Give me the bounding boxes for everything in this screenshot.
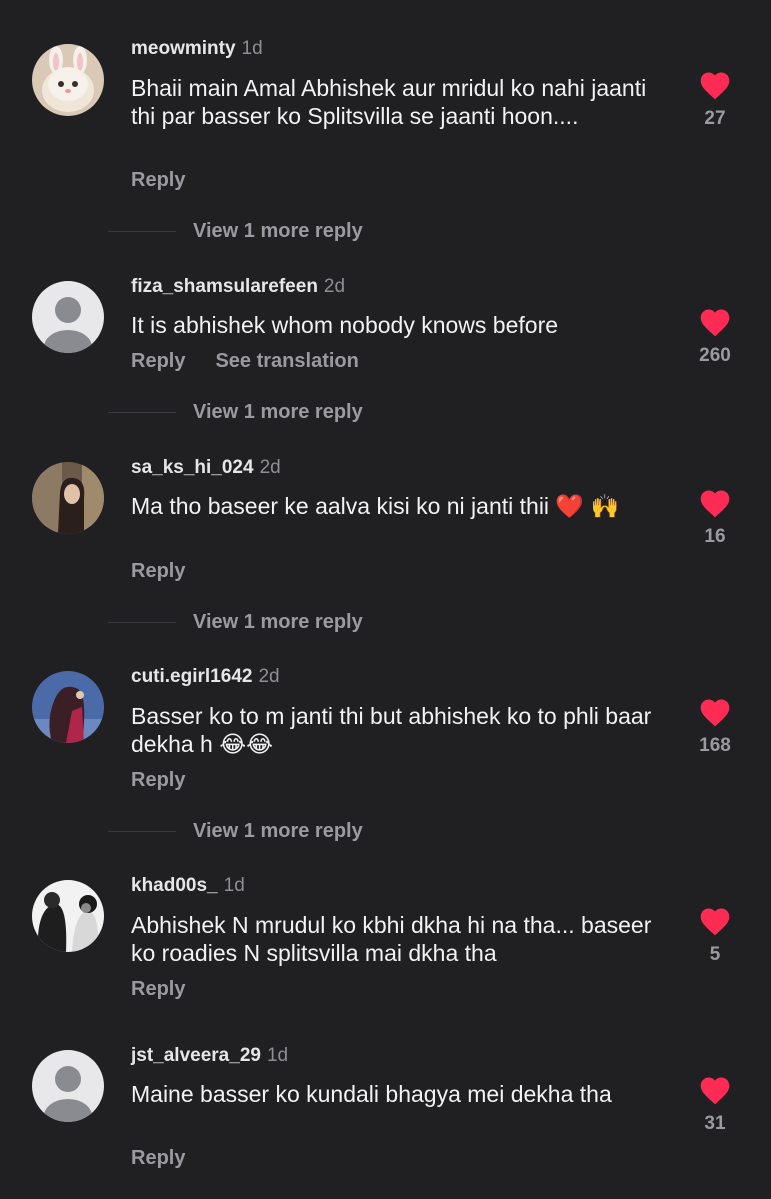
comment-meta: fiza_shamsularefeen 2d	[131, 275, 345, 299]
cat-avatar-icon	[32, 44, 104, 116]
username[interactable]: khad00s_	[131, 875, 218, 896]
photo-avatar-icon	[32, 880, 104, 952]
avatar[interactable]	[32, 880, 104, 952]
like-button[interactable]: 168	[686, 697, 744, 757]
heart-icon	[700, 72, 730, 100]
like-count: 5	[709, 944, 721, 965]
timestamp: 2d	[259, 457, 281, 478]
reply-button[interactable]: Reply	[131, 769, 185, 791]
see-translation-button[interactable]: See translation	[215, 350, 358, 372]
username[interactable]: jst_alveera_29	[131, 1045, 261, 1066]
avatar[interactable]	[32, 671, 104, 743]
reply-button[interactable]: Reply	[131, 350, 185, 372]
comment-actions: Reply See translation	[131, 349, 359, 373]
username[interactable]: cuti.egirl1642	[131, 666, 252, 687]
view-more-label[interactable]: View 1 more reply	[193, 610, 363, 634]
heart-icon	[700, 490, 730, 518]
view-more-label[interactable]: View 1 more reply	[193, 819, 363, 843]
like-count: 168	[699, 735, 731, 756]
like-button[interactable]: 5	[686, 906, 744, 966]
comment-text: It is abhishek whom nobody knows before	[131, 312, 559, 338]
reply-button[interactable]: Reply	[131, 560, 185, 582]
like-button[interactable]: 260	[686, 307, 744, 367]
reply-button[interactable]: Reply	[131, 169, 185, 191]
photo-avatar-icon	[32, 462, 104, 534]
comment-actions: Reply	[131, 977, 185, 1001]
comment-text: Maine basser ko kundali bhagya mei dekha…	[131, 1081, 612, 1107]
view-more-label[interactable]: View 1 more reply	[193, 219, 363, 243]
like-count: 27	[704, 108, 726, 129]
divider-line	[108, 231, 176, 232]
timestamp: 2d	[323, 276, 346, 297]
timestamp: 1d	[241, 38, 263, 59]
timestamp: 1d	[266, 1045, 289, 1066]
divider-line	[108, 831, 176, 832]
heart-icon	[700, 699, 730, 727]
timestamp: 1d	[223, 875, 245, 896]
like-button[interactable]: 31	[686, 1075, 744, 1135]
comment-actions: Reply	[131, 768, 185, 792]
like-count: 31	[704, 1113, 726, 1134]
avatar[interactable]	[32, 1050, 104, 1122]
comment-actions: Reply	[131, 1146, 185, 1170]
avatar[interactable]	[32, 281, 104, 353]
username[interactable]: sa_ks_hi_024	[131, 457, 254, 478]
timestamp: 2d	[258, 666, 280, 687]
comment-text: Ma tho baseer ke aalva kisi ko ni janti …	[131, 493, 620, 519]
comment-meta: sa_ks_hi_024 2d	[131, 456, 281, 480]
view-more-label[interactable]: View 1 more reply	[193, 400, 363, 424]
heart-icon	[700, 908, 730, 936]
comment-meta: meowminty 1d	[131, 37, 263, 61]
avatar[interactable]	[32, 44, 104, 116]
comment-meta: jst_alveera_29 1d	[131, 1044, 288, 1068]
heart-icon	[700, 1077, 730, 1105]
divider-line	[108, 622, 176, 623]
comment-text: Bhaii main Amal Abhishek aur mridul ko n…	[131, 75, 647, 129]
like-button[interactable]: 16	[686, 488, 744, 548]
default-avatar-icon	[32, 1050, 104, 1122]
comment-text: Basser ko to m janti thi but abhishek ko…	[131, 703, 652, 757]
reply-button[interactable]: Reply	[131, 978, 185, 1000]
comment-meta: cuti.egirl1642 2d	[131, 665, 280, 689]
like-count: 260	[699, 345, 731, 366]
heart-icon	[700, 309, 730, 337]
reply-button[interactable]: Reply	[131, 1147, 185, 1169]
comment-actions: Reply	[131, 559, 185, 583]
username[interactable]: meowminty	[131, 38, 236, 59]
username[interactable]: fiza_shamsularefeen	[131, 276, 318, 297]
comment-meta: khad00s_ 1d	[131, 874, 245, 898]
like-count: 16	[704, 526, 726, 547]
like-button[interactable]: 27	[686, 70, 744, 130]
comment-text: Abhishek N mrudul ko kbhi dkha hi na tha…	[131, 912, 652, 966]
photo-avatar-icon	[32, 671, 104, 743]
comment-actions: Reply	[131, 168, 185, 192]
default-avatar-icon	[32, 281, 104, 353]
avatar[interactable]	[32, 462, 104, 534]
divider-line	[108, 412, 176, 413]
